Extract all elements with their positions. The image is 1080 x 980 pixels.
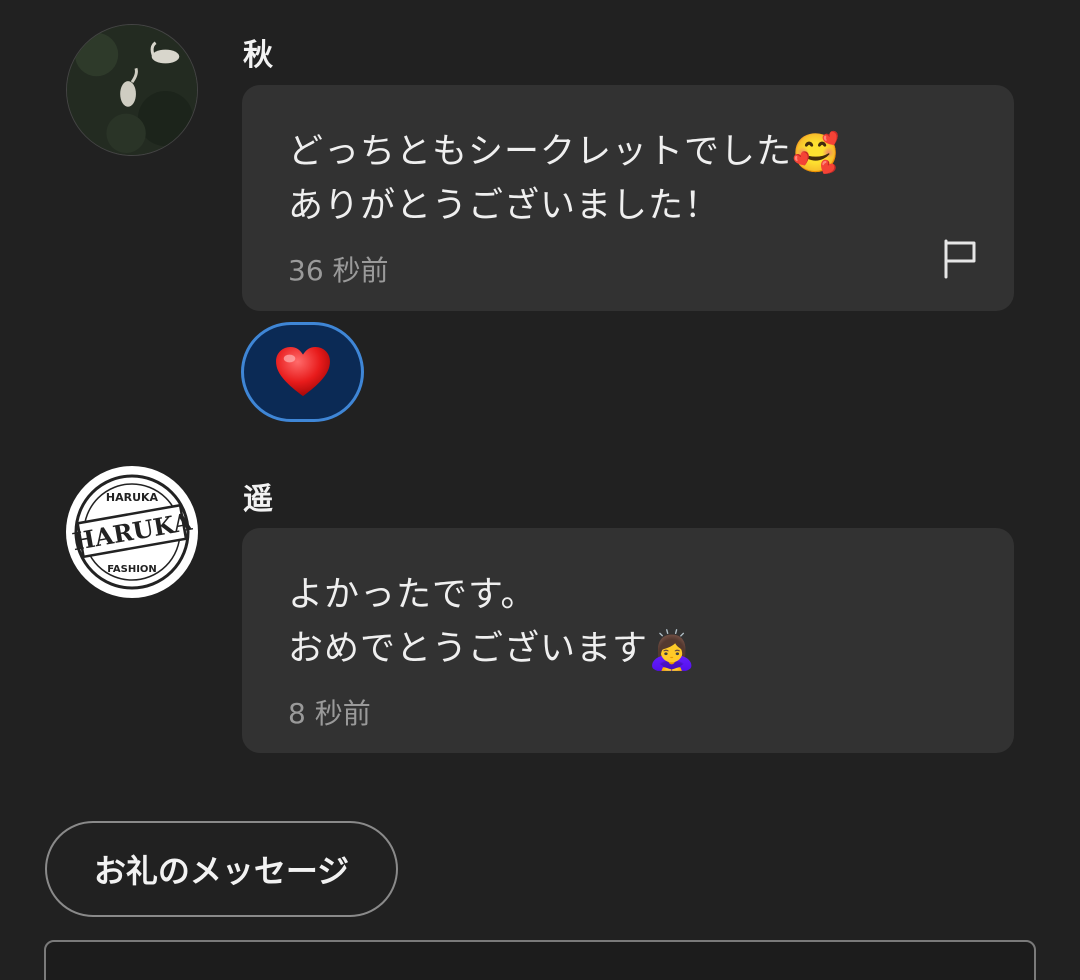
comment-bubble: どっちともシークレットでした🥰 ありがとうございました！ 36 秒前: [242, 85, 1014, 311]
flag-icon[interactable]: [940, 237, 980, 281]
haruka-fashion-logo: HARUKA HARUKA FASHION: [70, 474, 194, 590]
username[interactable]: 秋: [243, 30, 273, 74]
smiling-hearts-emoji: 🥰: [792, 131, 841, 175]
comment-input[interactable]: [44, 940, 1036, 980]
thank-you-message-button[interactable]: お礼のメッセージ: [45, 821, 398, 917]
svg-text:FASHION: FASHION: [107, 564, 157, 575]
comment-text-line: おめでとうございます🙇‍♀️: [288, 628, 697, 672]
comment-bubble: よかったです。 おめでとうございます🙇‍♀️ 8 秒前: [242, 528, 1014, 753]
comment-timestamp: 8 秒前: [288, 697, 371, 730]
comment-text-line: どっちともシークレットでした🥰: [288, 131, 841, 175]
bowing-woman-emoji: 🙇‍♀️: [648, 628, 697, 672]
red-heart-icon: [275, 346, 330, 397]
comment-thread: 秋 どっちともシークレットでした🥰 ありがとうございました！ 36 秒前 HAR…: [0, 0, 1080, 980]
user-avatar-aki[interactable]: [66, 24, 198, 156]
comment-text-line: ありがとうございました！: [288, 186, 721, 226]
svg-text:HARUKA: HARUKA: [106, 491, 159, 504]
comment-timestamp: 36 秒前: [288, 254, 389, 287]
heart-reaction-button[interactable]: [241, 322, 364, 422]
user-avatar-haruka[interactable]: HARUKA HARUKA FASHION: [66, 466, 198, 598]
swan-photo-avatar: [67, 25, 197, 155]
username[interactable]: 遥: [243, 474, 273, 518]
comment-text-line: よかったです。: [288, 575, 537, 615]
